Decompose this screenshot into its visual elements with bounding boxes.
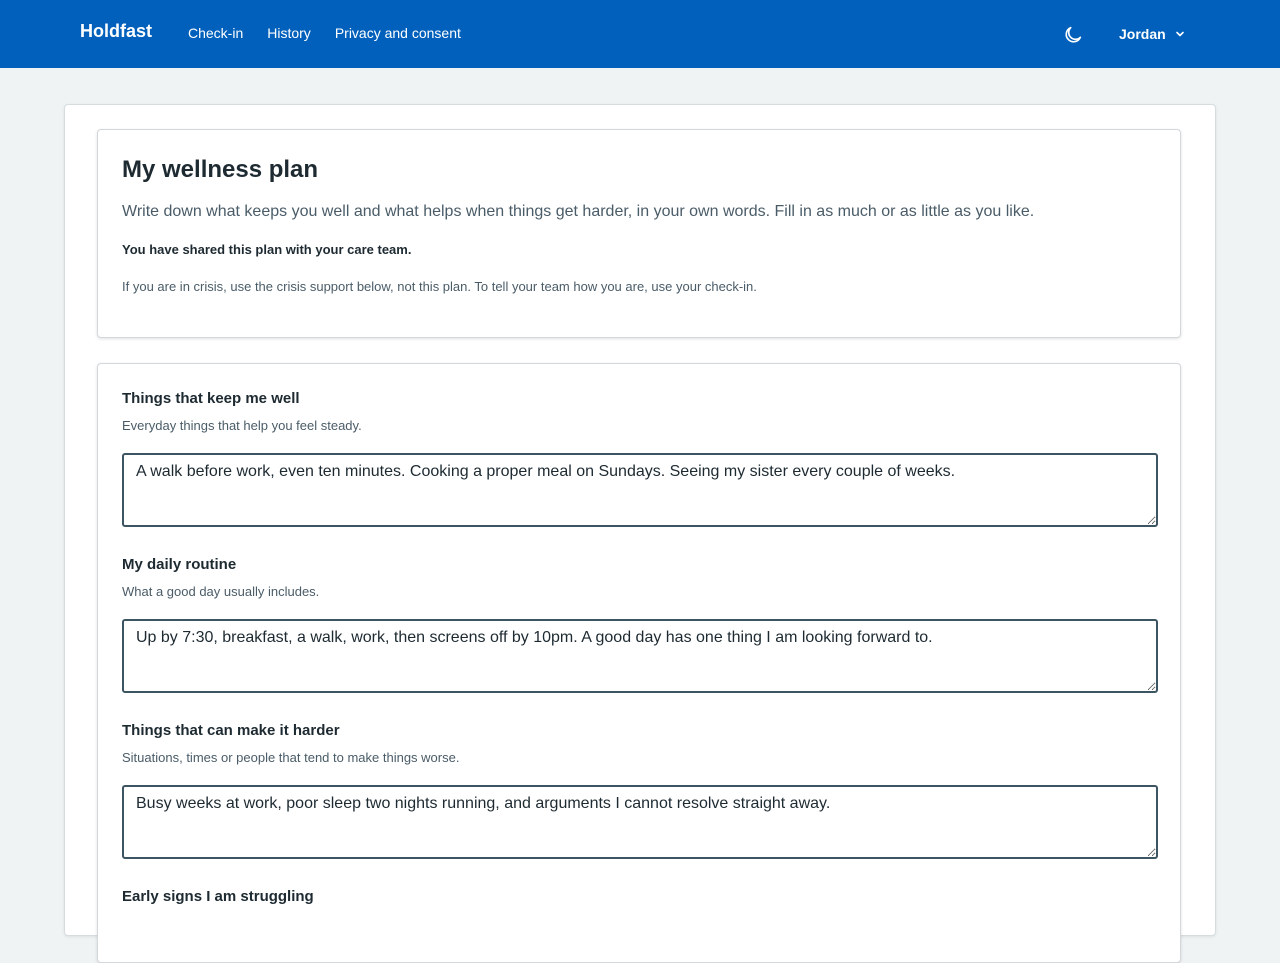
make-it-harder-textarea[interactable]: Busy weeks at work, poor sleep two night… — [122, 785, 1158, 859]
page-title: My wellness plan — [122, 156, 319, 183]
field-hint: What a good day usually includes. — [122, 584, 320, 599]
shared-notice: You have shared this plan with your care… — [122, 242, 412, 257]
page-container: My wellness plan Write down what keeps y… — [64, 104, 1216, 963]
user-menu-button[interactable]: Jordan — [1119, 26, 1186, 42]
wellness-plan-form-card: Things that keep me well Everyday things… — [97, 363, 1181, 963]
field-daily-routine: My daily routine What a good day usually… — [122, 555, 1158, 693]
crisis-note: If you are in crisis, use the crisis sup… — [122, 279, 757, 294]
field-label: Things that can make it harder — [122, 722, 340, 739]
daily-routine-textarea[interactable]: Up by 7:30, breakfast, a walk, work, the… — [122, 619, 1158, 693]
intro-description: Write down what keeps you well and what … — [122, 203, 1035, 220]
field-label: My daily routine — [122, 556, 237, 573]
field-hint: Everyday things that help you feel stead… — [122, 418, 362, 433]
user-name: Jordan — [1119, 26, 1166, 42]
field-label: Early signs I am struggling — [122, 888, 314, 905]
nav-link-check-in[interactable]: Check-in — [188, 25, 243, 42]
nav-link-history[interactable]: History — [267, 25, 311, 42]
field-make-it-harder: Things that can make it harder Situation… — [122, 721, 1158, 859]
keep-me-well-textarea[interactable]: A walk before work, even ten minutes. Co… — [122, 453, 1158, 527]
theme-toggle-button[interactable] — [1062, 24, 1084, 46]
top-navigation-bar: Holdfast Check-in History Privacy and co… — [0, 0, 1280, 68]
brand-logo[interactable]: Holdfast — [80, 20, 152, 42]
moon-icon — [1065, 26, 1082, 43]
nav-link-privacy-and-consent[interactable]: Privacy and consent — [335, 25, 461, 42]
field-hint: Situations, times or people that tend to… — [122, 750, 460, 765]
field-label: Things that keep me well — [122, 390, 300, 407]
wellness-plan-intro-card: My wellness plan Write down what keeps y… — [97, 129, 1181, 338]
main-nav: Check-in History Privacy and consent — [188, 25, 485, 42]
chevron-down-icon — [1175, 31, 1184, 37]
field-early-signs: Early signs I am struggling — [122, 887, 1158, 907]
field-keep-me-well: Things that keep me well Everyday things… — [122, 389, 1158, 527]
